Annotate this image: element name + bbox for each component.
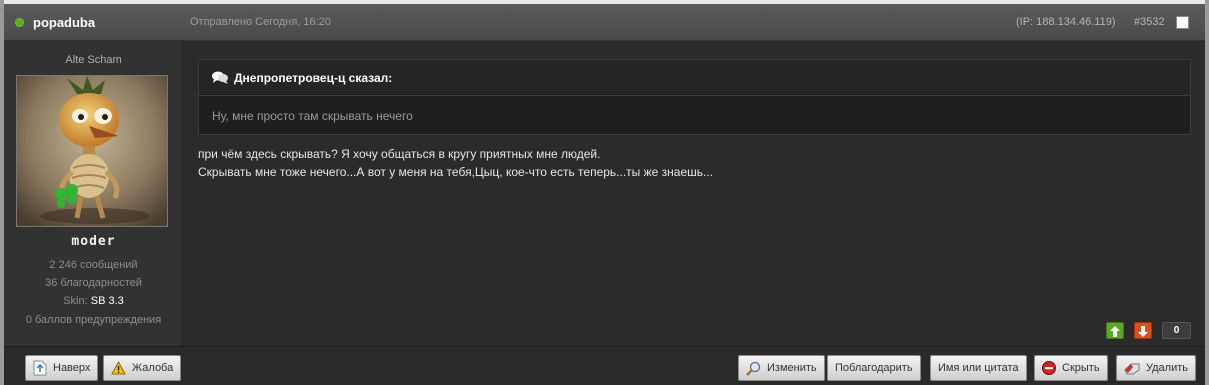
arrow-down-icon bbox=[1138, 326, 1148, 337]
page-up-icon bbox=[33, 360, 47, 376]
user-thanks-count: 36 благодарностей bbox=[45, 277, 142, 289]
hide-label: Скрыть bbox=[1062, 362, 1100, 375]
edit-label: Изменить bbox=[767, 362, 817, 375]
post-select-checkbox[interactable] bbox=[1176, 16, 1189, 29]
warning-icon bbox=[111, 361, 126, 375]
go-top-button[interactable]: Наверх bbox=[25, 355, 99, 381]
report-label: Жалоба bbox=[132, 362, 174, 375]
thank-button[interactable]: Поблагодарить bbox=[827, 355, 921, 381]
post-header: popaduba Отправлено Сегодня, 16:20 (IP: … bbox=[4, 4, 1205, 41]
post-number-link[interactable]: #3532 bbox=[1134, 16, 1165, 28]
user-posts-count: 2 246 сообщений bbox=[49, 259, 138, 271]
delete-button[interactable]: Удалить bbox=[1116, 355, 1196, 381]
go-top-label: Наверх bbox=[53, 362, 91, 375]
post-author-link[interactable]: popaduba bbox=[33, 15, 95, 30]
user-rank: moder bbox=[71, 234, 116, 249]
avatar[interactable] bbox=[16, 75, 168, 227]
author-sidebar: Alte Scham moder 2 246 сообщений 36 благ… bbox=[4, 41, 183, 346]
quote-header: Днепропетровец-ц сказал: bbox=[199, 60, 1190, 96]
user-title: Alte Scham bbox=[65, 54, 122, 66]
post-ip: (IP: 188.134.46.119) bbox=[1016, 16, 1116, 28]
quote-text: Ну, мне просто там скрывать нечего bbox=[212, 109, 413, 123]
post-message-line: при чём здесь скрывать? Я хочу общаться … bbox=[198, 147, 601, 161]
arrow-up-icon bbox=[1110, 326, 1120, 337]
name-or-quote-label: Имя или цитата bbox=[938, 362, 1019, 375]
quote-block: Днепропетровец-ц сказал: Ну, мне просто … bbox=[198, 59, 1191, 135]
rate-up-button[interactable] bbox=[1106, 322, 1124, 339]
post-footer-toolbar: Наверх Жалоба Изменить Поблагодарить Имя… bbox=[4, 346, 1205, 385]
rating-count: 0 bbox=[1162, 322, 1191, 339]
name-or-quote-button[interactable]: Имя или цитата bbox=[930, 355, 1027, 381]
post-date: Отправлено Сегодня, 16:20 bbox=[190, 16, 331, 28]
online-status-icon bbox=[15, 18, 24, 27]
window-right-border bbox=[1205, 0, 1209, 385]
user-skin: Skin: SB 3.3 bbox=[4, 295, 183, 307]
hide-button[interactable]: Скрыть bbox=[1034, 355, 1108, 381]
edit-button[interactable]: Изменить bbox=[738, 355, 825, 381]
eraser-icon bbox=[1124, 363, 1140, 375]
hide-circle-icon bbox=[1042, 361, 1056, 376]
post-body: Днепропетровец-ц сказал: Ну, мне просто … bbox=[183, 41, 1205, 346]
user-warnings[interactable]: 0 баллов предупреждения bbox=[4, 314, 183, 326]
rate-down-button[interactable] bbox=[1134, 322, 1152, 339]
post-message: при чём здесь скрывать? Я хочу общаться … bbox=[198, 145, 713, 181]
thank-label: Поблагодарить bbox=[835, 362, 913, 375]
magnifier-pencil-icon bbox=[746, 361, 761, 376]
speech-bubble-icon bbox=[212, 71, 228, 84]
delete-label: Удалить bbox=[1146, 362, 1188, 375]
post-message-line: Скрывать мне тоже нечего...А вот у меня … bbox=[198, 165, 714, 179]
user-skin-label: Skin: bbox=[63, 295, 88, 307]
quote-author[interactable]: Днепропетровец-ц сказал: bbox=[234, 71, 392, 85]
avatar-image bbox=[17, 76, 167, 226]
report-button[interactable]: Жалоба bbox=[103, 355, 182, 381]
user-skin-value: SB 3.3 bbox=[90, 295, 124, 307]
